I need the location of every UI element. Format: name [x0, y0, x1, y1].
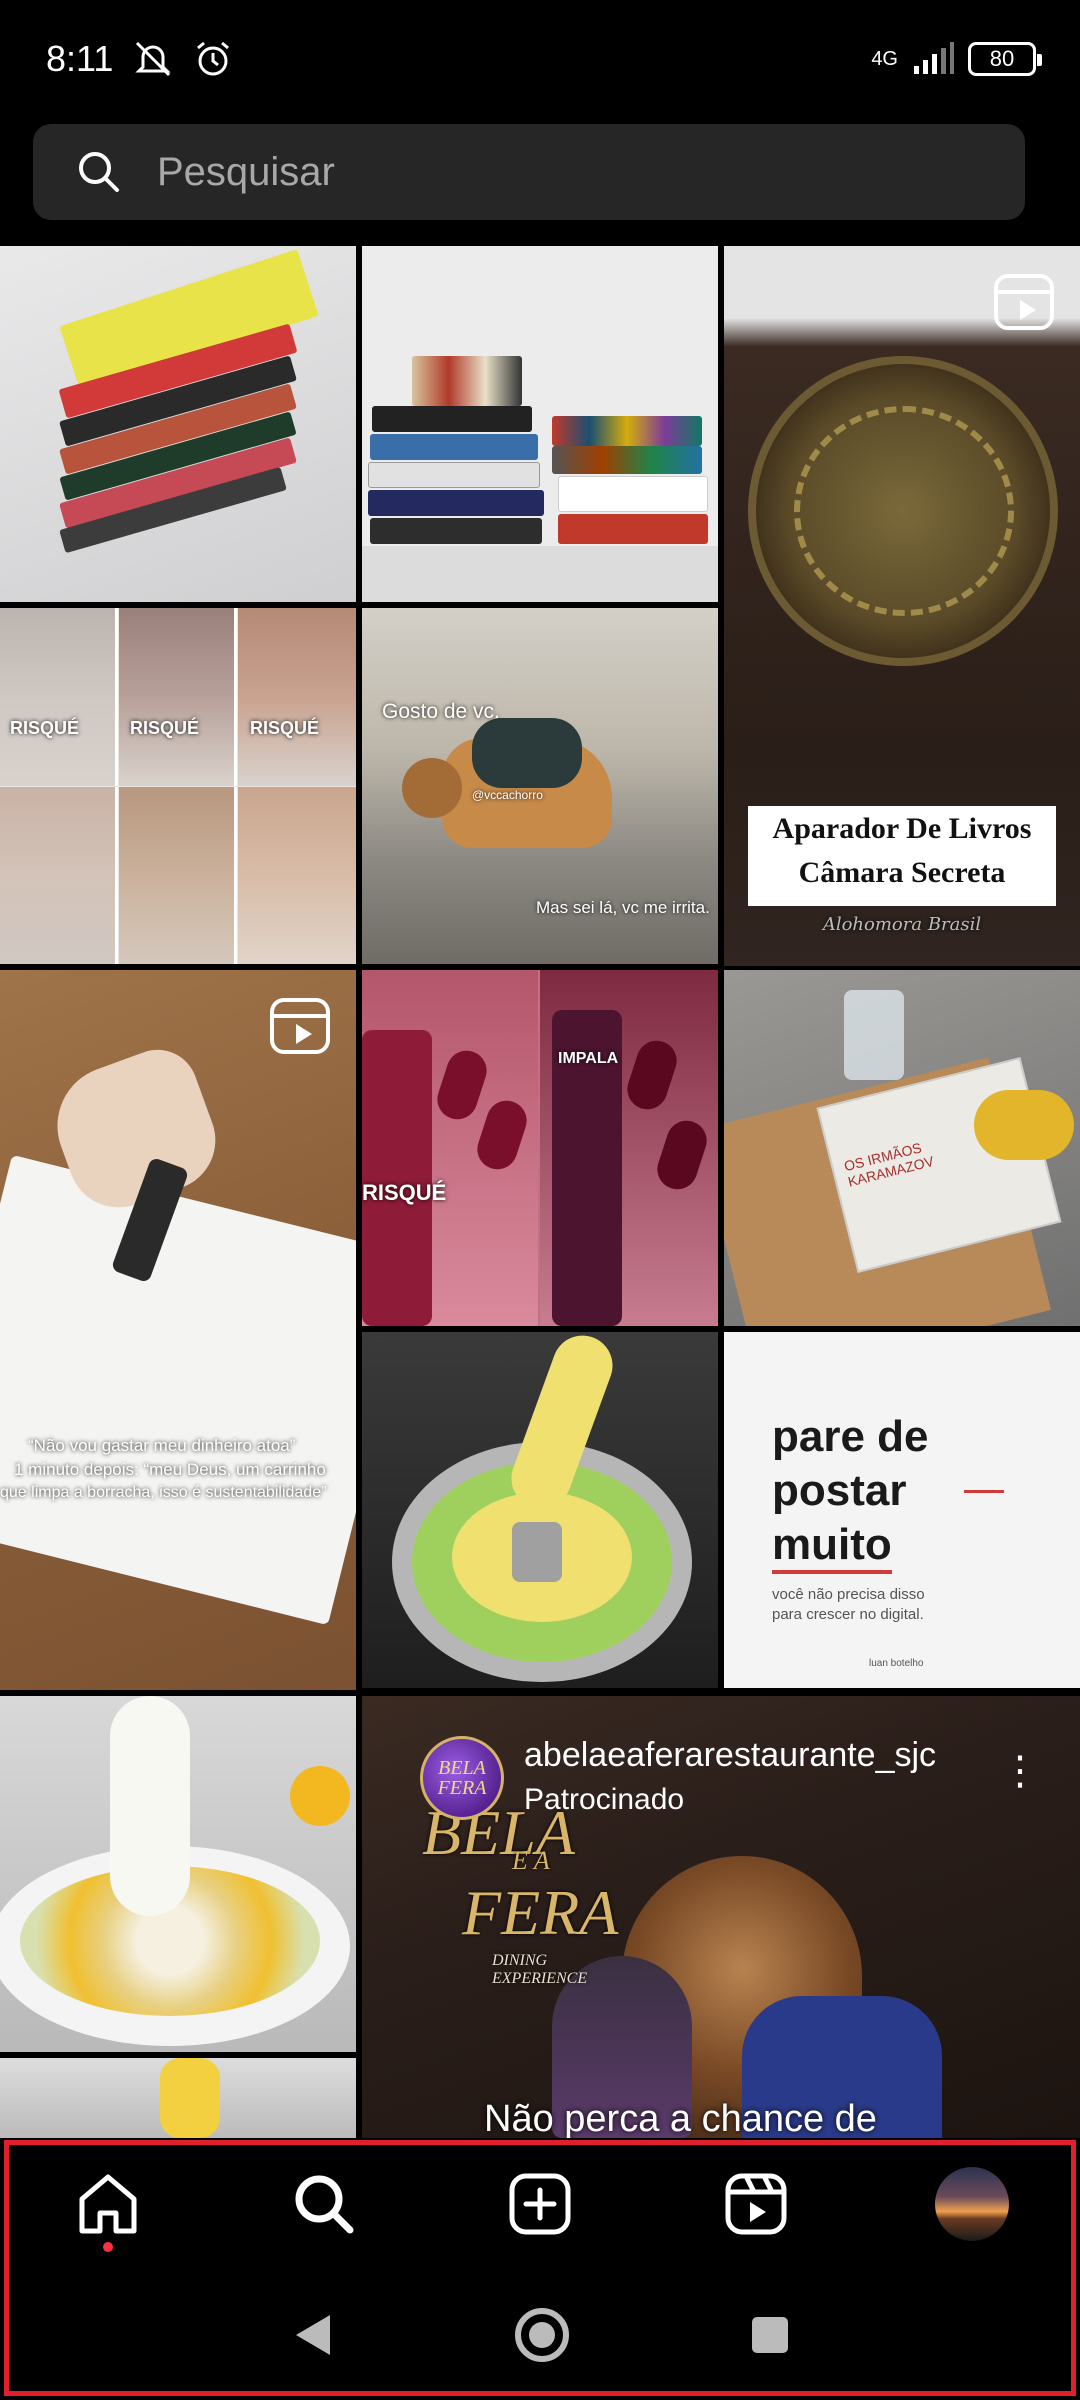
- battery-level: 80: [989, 46, 1015, 71]
- explore-grid: Aparador De Livros Câmara Secreta Alohom…: [0, 246, 1080, 2138]
- grid-post-bookend-reel[interactable]: Aparador De Livros Câmara Secreta Alohom…: [724, 246, 1080, 966]
- notebook-caption-3: que limpa a borracha, isso é sustentabil…: [0, 1484, 327, 1501]
- recents-icon[interactable]: [750, 2315, 790, 2355]
- reels-badge-icon: [270, 998, 330, 1054]
- home-circle-icon[interactable]: [513, 2306, 571, 2364]
- status-bar: 8:11 4G 80: [0, 0, 1080, 118]
- grid-post-notebook-reel[interactable]: “Não vou gastar meu dinheiro atoa” 1 min…: [0, 970, 356, 1690]
- polish-brand-2: IMPALA: [558, 1050, 619, 1067]
- home-icon: [79, 2174, 137, 2234]
- ad-logo-sub: DINING EXPERIENCE: [492, 1952, 588, 1987]
- mute-icon: [135, 41, 172, 77]
- nav-reels[interactable]: [706, 2154, 806, 2254]
- search-icon: [295, 2175, 354, 2234]
- nav-profile[interactable]: [922, 2154, 1022, 2254]
- search-input[interactable]: [157, 149, 977, 195]
- ad-username[interactable]: abelaeaferarestaurante_sjc: [524, 1736, 936, 1775]
- ad-sponsored-label: Patrocinado: [524, 1783, 685, 1816]
- battery-icon: 80: [968, 42, 1042, 76]
- nail-brand-3: RISQUÉ: [250, 718, 320, 738]
- ad-logo-3: FERA: [462, 1877, 619, 1948]
- grid-post-cake[interactable]: [362, 1332, 718, 1688]
- profile-avatar: [935, 2167, 1009, 2241]
- nav-create[interactable]: [490, 2154, 590, 2254]
- create-icon: [509, 2173, 571, 2235]
- status-right: 4G 80: [871, 42, 1042, 76]
- grid-post-salad[interactable]: [0, 1696, 356, 2052]
- network-label: 4G: [871, 47, 898, 70]
- bookend-title-2: Câmara Secreta: [798, 856, 1006, 889]
- nav-search[interactable]: [274, 2154, 374, 2254]
- clock: 8:11: [46, 38, 114, 79]
- nail-brand-1: RISQUÉ: [10, 718, 80, 738]
- back-icon[interactable]: [290, 2311, 334, 2359]
- ad-logo-2: E A: [512, 1846, 550, 1875]
- notebook-caption-1: “Não vou gastar meu dinheiro atoa”: [28, 1436, 296, 1455]
- polish-brand-1: RISQUÉ: [362, 1180, 447, 1205]
- post-author: luan botelho: [869, 1658, 924, 1669]
- grid-post-dog-meme[interactable]: Gosto de vc. @vccachorro Mas sei lá, vc …: [362, 608, 718, 964]
- notebook-caption-2: 1 minuto depois: “meu Deus, um carrinho: [14, 1460, 326, 1479]
- post-sub-2: para crescer no digital.: [772, 1606, 924, 1623]
- post-line-2: postar: [772, 1466, 907, 1515]
- search-bar[interactable]: [33, 124, 1025, 220]
- reels-icon: [725, 2173, 787, 2235]
- notification-dot: [103, 2242, 113, 2252]
- alarm-icon: [197, 41, 230, 76]
- grid-post-red-nails[interactable]: RISQUÉ IMPALA: [362, 970, 718, 1326]
- grid-post-books-stack[interactable]: [0, 246, 356, 602]
- ad-header: BELA FERA abelaeaferarestaurante_sjc Pat…: [420, 1736, 936, 1820]
- dog-handle: @vccachorro: [472, 788, 543, 802]
- ad-caption: Não perca a chance de: [484, 2098, 877, 2138]
- search-icon: [79, 152, 119, 192]
- nail-brand-2: RISQUÉ: [130, 718, 200, 738]
- more-options-icon[interactable]: ⋮: [1000, 1748, 1040, 1794]
- status-left: 8:11: [46, 38, 233, 80]
- ad-names: abelaeaferarestaurante_sjc Patrocinado: [524, 1736, 936, 1817]
- android-nav: [0, 2270, 1080, 2400]
- grid-post-pare-de-postar[interactable]: pare de postar muito você não precisa di…: [724, 1332, 1080, 1688]
- bookend-title-1: Aparador De Livros: [772, 812, 1032, 845]
- signal-icon: [914, 42, 954, 74]
- dog-caption-bottom: Mas sei lá, vc me irrita.: [536, 898, 710, 917]
- post-line-1: pare de: [772, 1412, 929, 1461]
- grid-post-nails-risque[interactable]: RISQUÉ RISQUÉ RISQUÉ: [0, 608, 356, 964]
- ad-avatar[interactable]: BELA FERA: [420, 1736, 504, 1820]
- bookend-brand: Alohomora Brasil: [822, 914, 982, 935]
- dog-caption-top: Gosto de vc.: [382, 700, 500, 723]
- sponsored-ad[interactable]: BELA E A FERA DINING EXPERIENCE BELA FER…: [362, 1696, 1080, 2138]
- nav-home[interactable]: [58, 2154, 158, 2254]
- reels-badge-icon: [994, 274, 1054, 330]
- post-line-3: muito: [772, 1520, 892, 1574]
- grid-post-books-shelf[interactable]: [362, 246, 718, 602]
- grid-post-karamazov[interactable]: OS IRMÃOS KARAMAZOV: [724, 970, 1080, 1326]
- bottom-nav: [0, 2138, 1080, 2270]
- post-sub-1: você não precisa disso: [772, 1586, 925, 1603]
- grid-post-pouring[interactable]: [0, 2058, 356, 2138]
